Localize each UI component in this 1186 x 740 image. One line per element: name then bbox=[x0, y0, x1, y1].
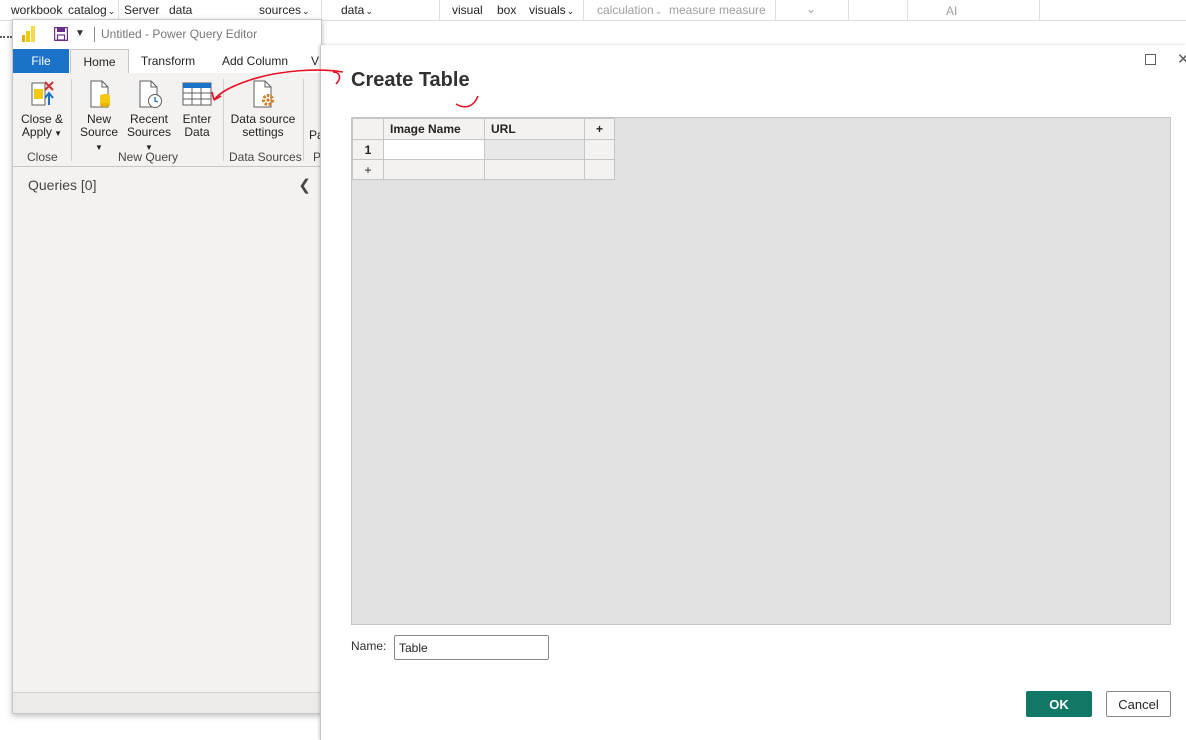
data-grid-area: Image Name URL + 1 + bbox=[351, 117, 1171, 625]
column-header-url[interactable]: URL bbox=[484, 118, 585, 140]
data-source-settings-icon bbox=[253, 80, 274, 108]
chevron-down-icon: ⌄ bbox=[365, 6, 373, 16]
divider bbox=[223, 79, 224, 161]
close-apply-button[interactable]: Close & Apply ▼ bbox=[19, 79, 65, 140]
close-apply-label-2: Apply bbox=[21, 125, 52, 139]
recent-sources-button[interactable]: Recent Sources ▼ bbox=[124, 79, 174, 154]
close-apply-icon bbox=[31, 81, 54, 106]
data-source-settings-button[interactable]: Data source settings bbox=[227, 79, 299, 139]
header-row: Image Name URL + bbox=[352, 118, 615, 140]
create-table-dialog: Create Table ✕ Image Name URL + 1 + Name… bbox=[320, 45, 1186, 740]
ok-button[interactable]: OK bbox=[1026, 691, 1092, 717]
row-number: 1 bbox=[352, 139, 384, 160]
maximize-icon[interactable] bbox=[1145, 54, 1156, 65]
tab-add-column[interactable]: Add Column bbox=[216, 49, 294, 73]
bg-visual[interactable]: visual bbox=[452, 3, 483, 17]
new-source-label-2: Source bbox=[79, 125, 119, 139]
table-name-input[interactable] bbox=[394, 635, 549, 660]
blank-cell bbox=[484, 159, 585, 180]
caret-down-icon: ▼ bbox=[95, 143, 103, 152]
close-icon[interactable]: ✕ bbox=[1177, 50, 1186, 68]
blank-cell bbox=[383, 159, 485, 180]
name-label: Name: bbox=[351, 639, 387, 653]
divider bbox=[583, 0, 584, 20]
power-query-editor-window: ▼ Untitled - Power Query Editor File Hom… bbox=[12, 19, 322, 714]
divider bbox=[439, 0, 440, 20]
recent-sources-label-2: Sources bbox=[126, 125, 172, 139]
bg-calculation[interactable]: calculation⌄ bbox=[597, 3, 662, 17]
add-column-button[interactable]: + bbox=[584, 118, 615, 140]
chevron-left-icon[interactable]: ❮ bbox=[298, 176, 311, 194]
data-grid: Image Name URL + 1 + bbox=[352, 118, 615, 180]
enter-data-label-2: Data bbox=[184, 125, 210, 139]
column-header-image-name[interactable]: Image Name bbox=[383, 118, 485, 140]
bg-measure[interactable]: measure bbox=[669, 3, 716, 17]
tab-transform[interactable]: Transform bbox=[133, 49, 203, 73]
tab-home[interactable]: Home bbox=[70, 49, 129, 74]
bg-data[interactable]: data bbox=[169, 3, 192, 17]
group-close-label: Close bbox=[27, 150, 58, 164]
divider bbox=[848, 0, 849, 20]
add-row: + bbox=[352, 159, 615, 180]
background-ribbon: workbook catalog⌄ Server data sources⌄ d… bbox=[0, 0, 1186, 21]
cell-url[interactable] bbox=[484, 139, 585, 160]
divider bbox=[303, 79, 304, 161]
data-source-settings-label-2: settings bbox=[242, 125, 284, 139]
bg-workbook[interactable]: workbook bbox=[11, 3, 62, 17]
chevron-down-icon: ⌄ bbox=[654, 6, 663, 16]
save-icon[interactable] bbox=[54, 27, 68, 41]
divider bbox=[775, 0, 776, 20]
blank-cell bbox=[584, 159, 615, 180]
table-row: 1 bbox=[352, 139, 615, 160]
divider bbox=[321, 0, 322, 20]
power-bi-logo-icon bbox=[22, 26, 36, 42]
divider bbox=[907, 0, 908, 20]
quick-access-dropdown-icon[interactable]: ▼ bbox=[75, 28, 85, 39]
home-ribbon: Close & Apply ▼ Close New Source ▼ Recen… bbox=[13, 73, 321, 167]
bg-box[interactable]: box bbox=[497, 3, 516, 17]
group-new-query-label: New Query bbox=[118, 150, 179, 164]
add-row-button[interactable]: + bbox=[352, 159, 384, 180]
chevron-down-icon: ⌄ bbox=[806, 2, 817, 16]
caret-down-icon: ▼ bbox=[51, 129, 63, 138]
tab-file[interactable]: File bbox=[13, 49, 69, 73]
dotted-divider bbox=[0, 36, 12, 38]
title-bar: ▼ Untitled - Power Query Editor bbox=[13, 20, 321, 49]
recent-sources-icon bbox=[139, 80, 162, 108]
cell-image-name[interactable] bbox=[383, 139, 485, 160]
divider bbox=[118, 0, 119, 20]
dialog-title: Create Table bbox=[351, 69, 470, 91]
status-bar bbox=[13, 692, 321, 713]
bg-measure-2[interactable]: measure bbox=[719, 3, 766, 17]
corner-cell bbox=[352, 118, 384, 140]
bg-sources[interactable]: sources⌄ bbox=[259, 3, 310, 17]
bg-visuals[interactable]: visuals⌄ bbox=[529, 3, 574, 17]
cancel-button[interactable]: Cancel bbox=[1106, 691, 1171, 717]
chevron-down-icon: ⌄ bbox=[107, 6, 116, 16]
new-source-button[interactable]: New Source ▼ bbox=[76, 79, 122, 154]
bg-catalog[interactable]: catalog⌄ bbox=[68, 3, 115, 17]
divider bbox=[94, 27, 95, 42]
bg-server[interactable]: Server bbox=[124, 3, 159, 17]
queries-count-label: Queries [0] bbox=[28, 177, 97, 193]
ribbon-tabs: File Home Transform Add Column V bbox=[13, 49, 321, 74]
chevron-down-icon: ⌄ bbox=[302, 6, 310, 16]
enter-data-button[interactable]: Enter Data bbox=[178, 79, 216, 139]
bg-data-2[interactable]: data⌄ bbox=[341, 3, 373, 17]
window-title: Untitled - Power Query Editor bbox=[101, 27, 258, 41]
divider bbox=[71, 79, 72, 161]
queries-pane: Queries [0] ❮ bbox=[13, 167, 321, 692]
bg-ai[interactable]: AI bbox=[946, 4, 957, 18]
enter-data-table-icon bbox=[182, 82, 212, 106]
new-source-icon bbox=[90, 80, 110, 108]
chevron-down-icon: ⌄ bbox=[566, 6, 575, 16]
divider bbox=[1039, 0, 1040, 20]
blank-cell bbox=[584, 139, 615, 160]
group-data-sources-label: Data Sources bbox=[229, 150, 302, 164]
